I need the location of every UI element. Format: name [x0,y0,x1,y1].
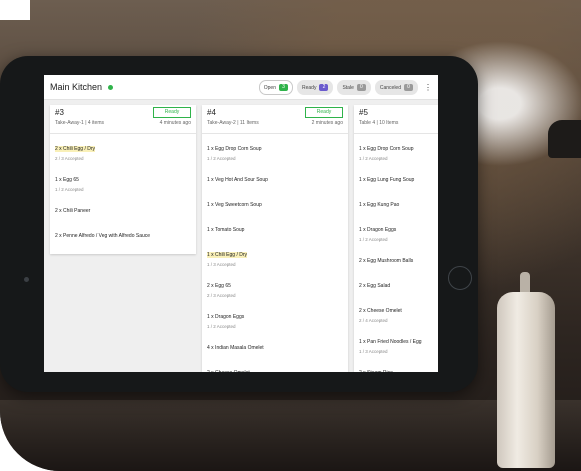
camera-icon [24,277,29,282]
list-item[interactable]: 2 x Chili Paneer [55,199,191,217]
item-name: 2 x Chili Egg / Dry [55,146,96,152]
filter-count-badge: 3 [279,84,288,91]
ticket-header: #4 Take-Away-2 | 11 Items 2 minutes ago … [202,105,348,134]
list-item[interactable]: 1 x Egg Lung Fung Soup [359,168,433,186]
ticket-card[interactable]: #4 Take-Away-2 | 11 Items 2 minutes ago … [202,105,348,372]
item-accepted-count: 2 / 4 Accepted [359,318,388,323]
item-name: 1 x Chili Egg / Dry [207,252,248,258]
ready-button[interactable]: Ready [305,107,343,118]
item-name: 1 x Egg Drop Corn Soup [207,146,262,152]
item-accepted-count: 1 / 2 Accepted [359,156,388,161]
home-button[interactable] [448,266,472,290]
item-accepted-count: 1 / 2 Accepted [359,237,388,242]
list-item[interactable]: 1 x Egg Kung Pao [359,193,433,211]
filter-ready[interactable]: Ready 2 [297,80,334,95]
list-item[interactable]: 1 x Veg Hot And Sour Soup [207,168,343,186]
list-item[interactable]: 1 x Tomato Soup [207,218,343,236]
background-corner [0,0,30,20]
item-accepted-count: 2 / 3 Accepted [55,156,84,161]
list-item[interactable]: 2 x Penne Alfredo / Veg with Alfredo Sau… [55,224,191,242]
filter-open[interactable]: Open 3 [258,80,293,95]
ticket-number: #5 [359,108,368,117]
item-name: 1 x Dragon Eggs [207,314,245,320]
hanging-lamp [548,120,581,158]
list-item[interactable]: 1 x Egg 65 1 / 2 Accepted [55,168,191,192]
list-item[interactable]: 1 x Chili Egg / Dry 1 / 3 Accepted [207,243,343,267]
list-item[interactable]: 1 x Egg Drop Corn Soup 1 / 2 Accepted [207,137,343,161]
item-name: 2 x Cheese Omelet [207,370,250,372]
filter-count-badge: 2 [319,84,329,91]
filter-stale[interactable]: Stale 0 [337,80,371,95]
item-name: 2 x Steam Rice [359,370,393,372]
item-name: 1 x Veg Hot And Sour Soup [207,177,268,183]
item-name: 1 x Tomato Soup [207,227,245,233]
filter-canceled[interactable]: Canceled 0 [374,80,418,95]
list-item[interactable]: 2 x Chili Egg / Dry 2 / 3 Accepted [55,137,191,161]
item-name: 1 x Egg Kung Pao [359,202,400,208]
list-item[interactable]: 2 x Cheese Omelet2 / 4 Accepted [207,361,343,372]
filter-label: Canceled [379,84,401,91]
item-accepted-count: 1 / 2 Accepted [207,324,236,329]
list-item[interactable]: 1 x Dragon Eggs 1 / 2 Accepted [359,218,433,242]
ready-button[interactable]: Ready [153,107,191,118]
list-item[interactable]: 2 x Steam Rice [359,361,433,372]
page-title: Main Kitchen [50,82,103,92]
list-item[interactable]: 2 x Cheese Omelet 2 / 4 Accepted [359,299,433,323]
list-item[interactable]: 2 x Egg 65 2 / 3 Accepted [207,274,343,298]
ticket-time: 2 minutes ago [311,120,343,126]
kitchen-counter [0,400,581,471]
ticket-items: 1 x Egg Drop Corn Soup 1 / 2 Accepted 1 x … [202,134,348,372]
list-item[interactable]: 2 x Egg Mushroom Balls [359,249,433,267]
item-name: 2 x Chili Paneer [55,208,91,214]
ticket-subtitle: Table 4 | 10 Items [359,120,399,126]
item-name: 1 x Egg Drop Corn Soup [359,146,414,152]
list-item[interactable]: 1 x Dragon Eggs 1 / 2 Accepted [207,305,343,329]
item-name: 1 x Dragon Eggs [359,227,397,233]
list-item[interactable]: 1 x Egg Drop Corn Soup 1 / 2 Accepted [359,137,433,161]
ticket-time: 4 minutes ago [159,120,191,126]
item-name: 1 x Pan Fried Noodles / Egg [359,339,422,345]
item-name: 2 x Penne Alfredo / Veg with Alfredo Sau… [55,233,151,239]
list-item[interactable]: 1 x Veg Sweetcorn Soup [207,193,343,211]
item-name: 2 x Cheese Omelet [359,308,402,314]
ticket-items: 1 x Egg Drop Corn Soup 1 / 2 Accepted 1 x … [354,134,438,372]
kitchen-display-screen: Main Kitchen Open 3 Ready 2 Stale 0 Canceled 0 ⋮… [44,75,438,372]
item-accepted-count: 1 / 2 Accepted [55,187,84,192]
online-status-dot [108,84,114,90]
ticket-header: #5 Table 4 | 10 Items [354,105,438,134]
item-name: 2 x Egg Salad [359,283,391,289]
ticket-items: 2 x Chili Egg / Dry 2 / 3 Accepted 1 x Egg… [50,134,196,254]
list-item[interactable]: 4 x Indian Masala Omelet [207,336,343,354]
filter-count-badge: 0 [404,84,413,91]
filter-label: Stale [342,84,354,91]
item-name: 1 x Egg 65 [55,177,79,183]
squeeze-bottle [497,292,555,468]
item-name: 2 x Egg 65 [207,283,231,289]
list-item[interactable]: 1 x Pan Fried Noodles / Egg 1 / 3 Accepte… [359,330,433,354]
item-accepted-count: 2 / 3 Accepted [207,293,236,298]
item-name: 1 x Veg Sweetcorn Soup [207,202,262,208]
list-item[interactable]: 2 x Egg Salad [359,274,433,292]
item-name: 4 x Indian Masala Omelet [207,345,264,351]
item-name: 1 x Egg Lung Fung Soup [359,177,415,183]
filter-label: Ready [302,84,317,91]
ticket-header: #3 Take-Away-1 | 4 items 4 minutes ago R… [50,105,196,134]
item-accepted-count: 1 / 2 Accepted [207,156,236,161]
item-name: 2 x Egg Mushroom Balls [359,258,414,264]
item-accepted-count: 1 / 3 Accepted [359,349,388,354]
filter-label: Open [263,84,276,91]
more-menu-icon[interactable]: ⋮ [424,83,432,92]
ticket-card[interactable]: #3 Take-Away-1 | 4 items 4 minutes ago R… [50,105,196,254]
filter-count-badge: 0 [356,84,366,91]
ticket-card[interactable]: #5 Table 4 | 10 Items 1 x Egg Drop Corn … [354,105,438,372]
item-accepted-count: 1 / 3 Accepted [207,262,236,267]
top-bar: Main Kitchen Open 3 Ready 2 Stale 0 Canceled 0 ⋮ [44,75,438,100]
status-filters: Open 3 Ready 2 Stale 0 Canceled 0 ⋮ [258,80,432,95]
